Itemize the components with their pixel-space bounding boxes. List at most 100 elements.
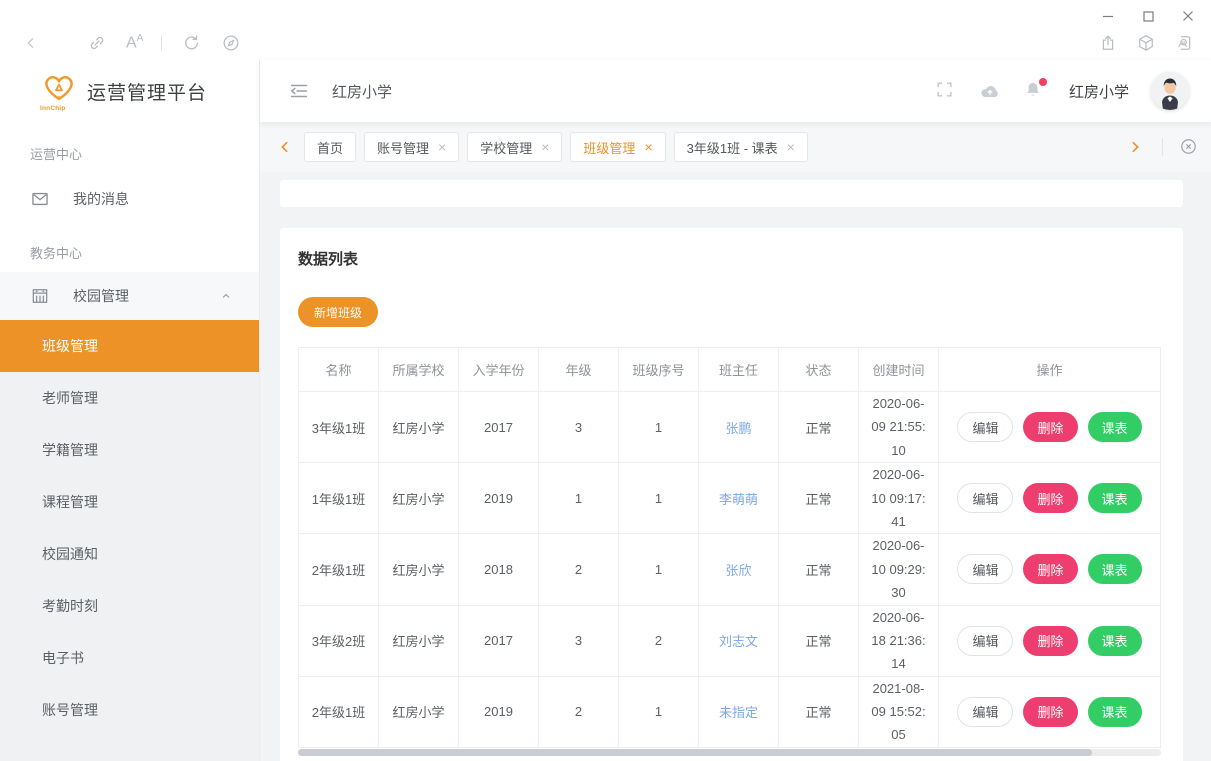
edit-button[interactable]: 编辑 — [957, 697, 1013, 727]
avatar[interactable] — [1151, 72, 1189, 110]
delete-button[interactable]: 删除 — [1023, 554, 1077, 584]
back-icon[interactable] — [20, 32, 42, 54]
edit-button[interactable]: 编辑 — [957, 483, 1013, 513]
bell-icon[interactable] — [1023, 80, 1045, 102]
sidebar-item-campus-management[interactable]: 校园管理 — [0, 272, 259, 320]
sidebar-subitem-老师管理[interactable]: 老师管理 — [0, 372, 259, 424]
cell: 1 — [619, 534, 699, 605]
horizontal-scrollbar — [298, 749, 1161, 756]
schedule-button[interactable]: 课表 — [1088, 554, 1142, 584]
sidebar-item-my-messages[interactable]: 我的消息 — [0, 173, 259, 225]
sidebar-subitem-电子书[interactable]: 电子书 — [0, 632, 259, 684]
tab-label: 账号管理 — [377, 138, 429, 157]
sidebar-subitem-考勤时刻[interactable]: 考勤时刻 — [0, 580, 259, 632]
teacher-link[interactable]: 刘志文 — [719, 634, 758, 649]
tab-bar: 首页账号管理×学校管理×班级管理×3年级1班 - 课表× — [260, 122, 1211, 172]
compass-icon[interactable] — [220, 32, 242, 54]
cell: 2年级1班 — [299, 534, 379, 605]
tab-label: 3年级1班 - 课表 — [687, 138, 778, 157]
sidebar-subitem-班级管理[interactable]: 班级管理 — [0, 320, 259, 372]
refresh-icon[interactable] — [180, 32, 202, 54]
tab-close-icon[interactable]: × — [787, 140, 795, 154]
cell: 正常 — [779, 605, 859, 676]
fold-menu-icon[interactable] — [288, 80, 310, 102]
tab-账号管理[interactable]: 账号管理 × — [364, 132, 459, 162]
cell: 红房小学 — [379, 534, 459, 605]
data-list-card: 数据列表 新增班级 名称所属学校入学年份年级班级序号班主任状态创建时间操作 3年… — [280, 228, 1183, 761]
tab-3年级1班 - 课表[interactable]: 3年级1班 - 课表 × — [674, 132, 808, 162]
cell: 2017 — [459, 605, 539, 676]
tab-label: 首页 — [317, 138, 343, 157]
sidebar-subitem-学籍管理[interactable]: 学籍管理 — [0, 424, 259, 476]
cell: 红房小学 — [379, 392, 459, 463]
teacher-link[interactable]: 张欣 — [725, 563, 751, 578]
delete-button[interactable]: 删除 — [1023, 626, 1077, 656]
table-row: 3年级2班红房小学201732刘志文正常2020-06-18 21:36:14编… — [299, 605, 1161, 676]
teacher-link[interactable]: 李萌萌 — [719, 492, 758, 507]
tab-班级管理[interactable]: 班级管理× — [570, 132, 665, 162]
cell: 3 — [539, 392, 619, 463]
cell: 1年级1班 — [299, 463, 379, 534]
cell: 2019 — [459, 676, 539, 747]
logo-brand-text: InnChip — [40, 105, 66, 112]
sidebar-subitem-课程管理[interactable]: 课程管理 — [0, 476, 259, 528]
delete-button[interactable]: 删除 — [1023, 412, 1077, 442]
cell: 红房小学 — [379, 605, 459, 676]
cell-teacher: 刘志文 — [699, 605, 779, 676]
teacher-link[interactable]: 张鹏 — [725, 421, 751, 436]
maximize-icon[interactable] — [1141, 9, 1155, 23]
close-all-tabs-icon[interactable] — [1179, 137, 1199, 157]
mail-icon — [30, 189, 50, 209]
tab-close-icon[interactable]: × — [541, 140, 549, 154]
add-class-button[interactable]: 新增班级 — [298, 297, 378, 327]
tab-首页[interactable]: 首页 — [304, 132, 356, 162]
cell-actions: 编辑删除课表 — [939, 605, 1161, 676]
schedule-button[interactable]: 课表 — [1088, 412, 1142, 442]
close-icon[interactable] — [1181, 9, 1195, 23]
delete-button[interactable]: 删除 — [1023, 483, 1077, 513]
contact-icon[interactable] — [1173, 32, 1195, 54]
cell-teacher: 未指定 — [699, 676, 779, 747]
tab-bar-tabs: 首页账号管理×学校管理×班级管理×3年级1班 - 课表× — [304, 132, 1116, 162]
cell: 2年级1班 — [299, 676, 379, 747]
delete-button[interactable]: 删除 — [1023, 697, 1077, 727]
tab-label: 学校管理 — [480, 138, 532, 157]
cell: 1 — [619, 392, 699, 463]
collapsed-filter-bar — [280, 180, 1183, 207]
table-row: 2年级1班红房小学201821张欣正常2020-06-10 09:29:30编辑… — [299, 534, 1161, 605]
fullscreen-icon[interactable] — [935, 80, 957, 102]
tab-学校管理[interactable]: 学校管理 × — [467, 132, 562, 162]
teacher-link[interactable]: 未指定 — [719, 705, 758, 720]
cell: 2 — [619, 605, 699, 676]
schedule-button[interactable]: 课表 — [1088, 697, 1142, 727]
edit-button[interactable]: 编辑 — [957, 554, 1013, 584]
schedule-button[interactable]: 课表 — [1088, 483, 1142, 513]
cell-created-time: 2020-06-10 09:17:41 — [859, 463, 939, 534]
tabs-scroll-left-icon[interactable] — [274, 136, 296, 158]
sidebar-item-label: 校园管理 — [73, 286, 196, 306]
sidebar-subitem-账号管理[interactable]: 账号管理 — [0, 684, 259, 736]
cell: 1 — [619, 463, 699, 534]
school-building-icon — [30, 286, 50, 306]
cloud-upload-icon[interactable] — [979, 80, 1001, 102]
tab-close-icon[interactable]: × — [438, 140, 446, 154]
column-header: 名称 — [299, 348, 379, 392]
edit-button[interactable]: 编辑 — [957, 412, 1013, 442]
tab-close-icon[interactable]: × — [644, 140, 652, 154]
share-icon[interactable] — [1097, 32, 1119, 54]
sidebar-subitem-校园通知[interactable]: 校园通知 — [0, 528, 259, 580]
cell: 2018 — [459, 534, 539, 605]
table-body: 3年级1班红房小学201731张鹏正常2020-06-09 21:55:10编辑… — [299, 392, 1161, 748]
schedule-button[interactable]: 课表 — [1088, 626, 1142, 656]
scrollbar-thumb[interactable] — [298, 749, 1092, 756]
table-row: 3年级1班红房小学201731张鹏正常2020-06-09 21:55:10编辑… — [299, 392, 1161, 463]
font-size-icon[interactable]: AA — [126, 34, 143, 51]
link-icon[interactable] — [86, 32, 108, 54]
tabs-scroll-right-icon[interactable] — [1124, 136, 1146, 158]
column-header: 所属学校 — [379, 348, 459, 392]
column-header: 创建时间 — [859, 348, 939, 392]
minimize-icon[interactable] — [1101, 9, 1115, 23]
column-header: 班级序号 — [619, 348, 699, 392]
package-icon[interactable] — [1135, 32, 1157, 54]
edit-button[interactable]: 编辑 — [957, 626, 1013, 656]
